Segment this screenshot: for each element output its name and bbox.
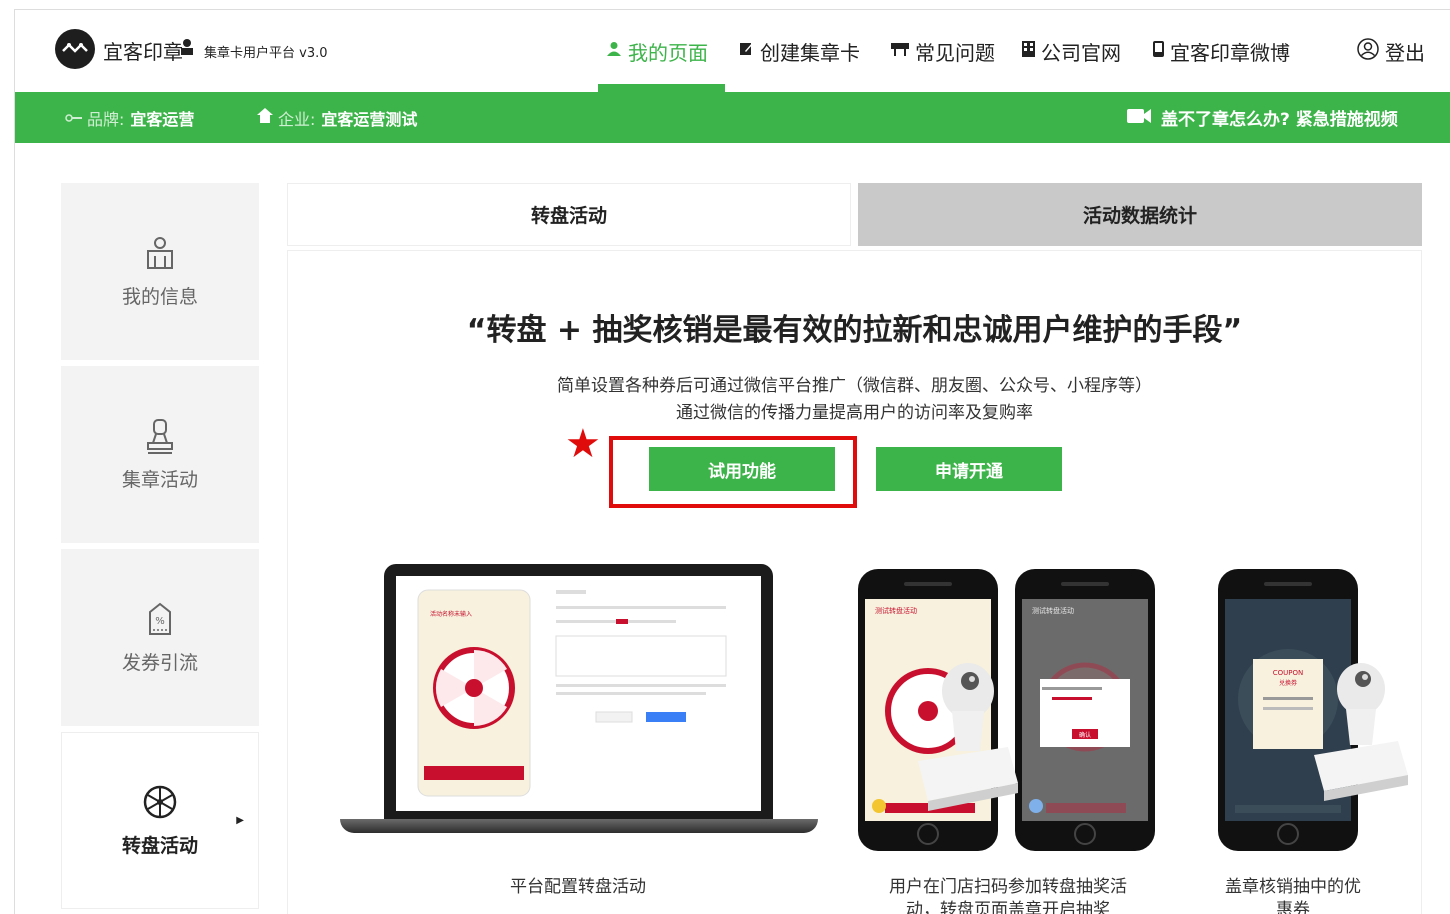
sidebar-label-wheel: 转盘活动 (121, 835, 198, 857)
tab-wheel-activity-label: 转盘活动 (530, 205, 607, 227)
brand-value: 宜客运营 (130, 109, 195, 129)
phone-2-screen: 测试转盘活动 确认 (1022, 599, 1148, 821)
company-prefix: 企业: (278, 109, 316, 129)
video-icon (1127, 108, 1151, 127)
caption-coupon: 盖章核销抽中的优惠券 (1225, 877, 1361, 914)
intro-subtitle-1: 简单设置各种券后可通过微信平台推广（微信群、朋友圈、公众号、小程序等） (557, 376, 1152, 396)
user-icon (606, 41, 622, 62)
nav-my-page[interactable]: 我的页面 (606, 10, 708, 92)
sidebar-item-wheel[interactable]: 转盘活动 ▶ (61, 732, 259, 909)
apply-open-button[interactable]: 申请开通 (876, 447, 1062, 491)
caption-phones: 用户在门店扫码参加转盘抽奖活动，转盘页面盖章开启抽奖 (889, 877, 1127, 914)
intro-subtitle-2: 通过微信的传播力量提高用户的访问率及复购率 (676, 403, 1033, 423)
stamp-device-illustration (918, 663, 1018, 811)
stamp-icon (147, 419, 173, 454)
company-value: 宜客运营测试 (321, 109, 418, 129)
svg-text:%: % (155, 616, 165, 627)
active-nav-indicator (598, 84, 725, 92)
brand-info: 品牌: 宜客运营 (65, 92, 194, 143)
logout-label: 登出 (1385, 40, 1425, 65)
coupon-title: COUPON (1273, 669, 1304, 677)
tab-wheel-activity[interactable]: 转盘活动 (287, 183, 851, 246)
nav-my-page-label: 我的页面 (628, 40, 708, 65)
phone-illustration-2: 测试转盘活动 确认 (1015, 569, 1155, 851)
sidebar-item-stamp-activity[interactable]: 集章活动 (61, 366, 259, 543)
nav-company-site[interactable]: 公司官网 (1022, 10, 1121, 92)
laptop-illustration: 活动名称未输入 (384, 564, 773, 821)
nav-create-card[interactable]: 创建集章卡 (739, 10, 860, 92)
sidebar-label-stamp-activity: 集章活动 (121, 469, 198, 491)
nav-company-site-label: 公司官网 (1041, 40, 1121, 65)
home-icon (257, 108, 273, 127)
brand-name: 宜客印章 (103, 40, 183, 64)
sidebar-label-my-info: 我的信息 (121, 286, 198, 308)
wheel-intro-panel: “转盘 + 抽奖核销是最有效的拉新和忠诚用户维护的手段” 简单设置各种券后可通过… (287, 250, 1422, 914)
logo-icon[interactable] (55, 29, 95, 69)
nav-create-card-label: 创建集章卡 (760, 40, 860, 65)
nav-faq[interactable]: 常见问题 (891, 10, 995, 92)
sidebar-item-coupon[interactable]: % 发券引流 (61, 549, 259, 726)
top-header: 宜客印章 集章卡用户平台 v3.0 我的页面 创建集章卡 常见问题 公司官网 宜… (15, 10, 1450, 92)
try-feature-button[interactable]: 试用功能 (649, 447, 835, 491)
sidebar-label-coupon: 发券引流 (121, 652, 198, 674)
info-bar: 品牌: 宜客运营 企业: 宜客运营测试 盖不了章怎么办? 紧急措施视频 (15, 92, 1450, 143)
stamp-device-illustration-2 (1314, 663, 1408, 801)
user-profile-icon (147, 237, 173, 269)
phone-icon (1153, 40, 1164, 62)
intro-headline: “转盘 + 抽奖核销是最有效的拉新和忠诚用户维护的手段” (466, 313, 1243, 348)
video-link-label: 盖不了章怎么办? 紧急措施视频 (1161, 110, 1398, 130)
sign-icon (891, 41, 909, 61)
tab-activity-stats[interactable]: 活动数据统计 (858, 183, 1422, 246)
caption-laptop: 平台配置转盘活动 (510, 877, 646, 897)
coupon-icon: % (149, 602, 171, 635)
laptop-title: 活动名称未输入 (430, 610, 472, 618)
company-info: 企业: 宜客运营测试 (257, 92, 417, 143)
laptop-base (340, 819, 818, 833)
laptop-screen-content: 活动名称未输入 (396, 576, 761, 811)
wheel-icon (143, 785, 177, 819)
phone-2-title: 测试转盘活动 (1032, 606, 1074, 615)
caret-right-icon: ▶ (236, 815, 244, 826)
nav-weibo[interactable]: 宜客印章微博 (1153, 10, 1290, 92)
coupon-subtitle: 兑换券 (1279, 679, 1297, 687)
tab-activity-stats-label: 活动数据统计 (1082, 205, 1197, 227)
brand-prefix: 品牌: (87, 109, 125, 129)
platform-version: 集章卡用户平台 v3.0 (204, 46, 328, 61)
sidebar-item-my-info[interactable]: 我的信息 (61, 183, 259, 360)
dialog-ok: 确认 (1079, 731, 1091, 739)
building-icon (1022, 40, 1035, 62)
logout-button[interactable]: 登出 (1357, 10, 1425, 92)
account-circle-icon (1357, 37, 1379, 65)
app-frame: 宜客印章 集章卡用户平台 v3.0 我的页面 创建集章卡 常见问题 公司官网 宜… (14, 9, 1450, 914)
star-marker-icon: ★ (565, 421, 601, 467)
phone-1-title: 测试转盘活动 (875, 606, 917, 615)
edit-icon (739, 41, 754, 61)
key-icon (65, 108, 83, 127)
nav-weibo-label: 宜客印章微博 (1170, 40, 1290, 65)
emergency-video-link[interactable]: 盖不了章怎么办? 紧急措施视频 (1127, 92, 1398, 143)
person-icon (180, 38, 194, 60)
nav-faq-label: 常见问题 (915, 40, 995, 65)
